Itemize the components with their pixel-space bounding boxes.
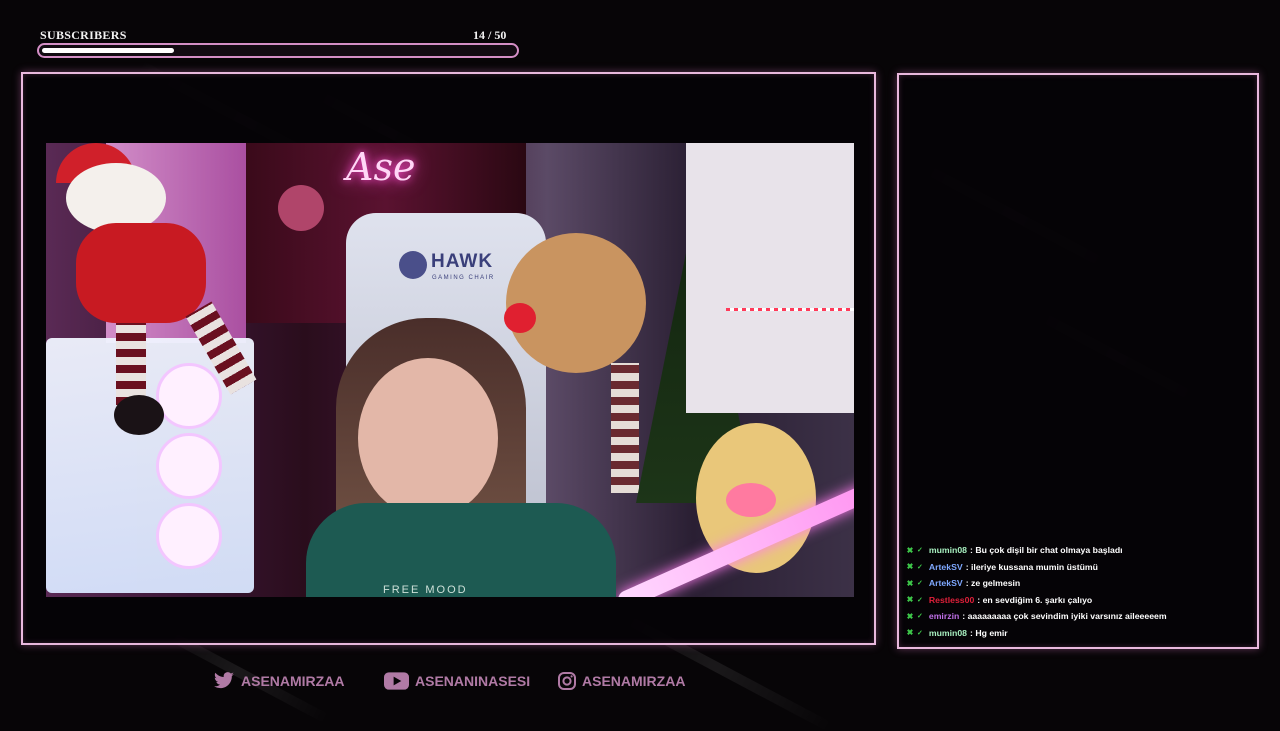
subscriber-goal-fill	[42, 48, 174, 53]
chair-subtitle: GAMING CHAIR	[432, 275, 495, 281]
chat-message-text: : en sevdiğim 6. şarkı çalıyo	[977, 594, 1093, 605]
santa-boot	[114, 395, 164, 435]
chat-message: ✖ ✓ Restless00: en sevdiğim 6. şarkı çalıy…	[906, 592, 1251, 609]
chat-message-text: : Hg emir	[970, 627, 1008, 638]
social-youtube[interactable]: ASENANINASESI	[384, 670, 530, 692]
reindeer-plush	[506, 233, 646, 373]
chat-username[interactable]: emirzin	[929, 611, 959, 621]
chat-message: ✖ ✓ ArtekSV: ze gelmesin	[906, 575, 1251, 592]
chat-message: ✖ ✓ ArtekSV: ileriye kussana mumin üstümü	[906, 559, 1251, 576]
pc-fan	[156, 503, 222, 569]
chat-badge-icon: ✖	[906, 578, 914, 588]
chat-checkmark-icon: ✓	[917, 613, 923, 621]
chat-checkmark-icon: ✓	[917, 547, 923, 555]
chat-checkmark-icon: ✓	[917, 563, 923, 571]
chair-logo-icon	[399, 251, 427, 279]
chat-username[interactable]: Restless00	[929, 595, 974, 605]
chat-badge-icon: ✖	[906, 628, 914, 638]
chat-checkmark-icon: ✓	[917, 580, 923, 588]
chat-message-text: : ileriye kussana mumin üstümü	[965, 561, 1098, 572]
twitter-icon	[214, 672, 234, 689]
chat-checkmark-icon: ✓	[917, 629, 923, 637]
social-twitter[interactable]: ASENAMIRZAA	[213, 670, 344, 692]
subscriber-goal-label: SUBSCRIBERS	[40, 28, 127, 42]
webcam-feed: Ase HAWK GAMING CHAIR FREE MOOD	[46, 143, 854, 597]
chat-message-text: : Bu çok dişil bir chat olmaya başladı	[970, 545, 1123, 556]
instagram-handle: ASENAMIRZAA	[582, 673, 686, 689]
chat-badge-icon: ✖	[906, 595, 914, 605]
social-instagram[interactable]: ASENAMIRZAA	[558, 670, 685, 692]
chat-message-text: : ze gelmesin	[965, 578, 1021, 589]
chat-username[interactable]: ArtekSV	[929, 562, 963, 572]
youtube-icon	[384, 672, 409, 690]
reindeer-nose	[504, 303, 536, 333]
shirt-text: FREE MOOD	[383, 584, 468, 596]
chat-badge-icon: ✖	[906, 562, 914, 572]
reindeer-leg	[611, 363, 639, 493]
chat-badge-icon: ✖	[906, 545, 914, 555]
youtube-handle: ASENANINASESI	[415, 673, 531, 689]
chat-message: ✖ ✓ mumin08: Bu çok dişil bir chat olmaya …	[906, 542, 1251, 559]
neon-sign: Ase	[346, 145, 416, 189]
chat-message: ✖ ✓ mumin08: Hg emir	[906, 625, 1251, 642]
streamer-face	[358, 358, 498, 518]
chat-username[interactable]: mumin08	[929, 628, 967, 638]
chat-log: ✖ ✓ mumin08: Bu çok dişil bir chat olmaya …	[906, 542, 1251, 641]
chat-message: ✖ ✓ emirzin: aaaaaaaaa çok sevindim iyiki …	[906, 608, 1251, 625]
string-lights	[726, 308, 854, 311]
ornament	[278, 185, 324, 231]
chat-username[interactable]: ArtekSV	[929, 578, 963, 588]
bookshelf	[686, 143, 854, 413]
subscriber-goal-count: 14 / 50	[473, 28, 507, 42]
teddy-nose	[726, 483, 776, 517]
chat-message-text: : aaaaaaaaa çok sevindim iyiki varsınız …	[962, 611, 1167, 622]
chat-badge-icon: ✖	[906, 611, 914, 621]
streamer-sweater	[306, 503, 616, 597]
pc-fan	[156, 433, 222, 499]
chat-checkmark-icon: ✓	[917, 596, 923, 604]
instagram-icon	[558, 672, 576, 690]
chat-username[interactable]: mumin08	[929, 545, 967, 555]
twitter-handle: ASENAMIRZAA	[241, 673, 345, 689]
chair-brand: HAWK	[431, 251, 494, 272]
pc-fan	[156, 363, 222, 429]
subscriber-goal-bar	[37, 43, 519, 58]
santa-body	[76, 223, 206, 323]
